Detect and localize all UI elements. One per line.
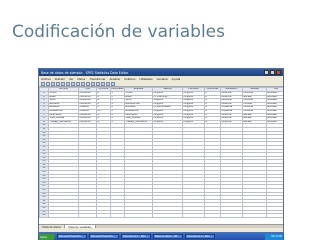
select-cases-icon[interactable]	[106, 81, 110, 86]
undo-icon[interactable]	[61, 81, 65, 86]
row-number: 35	[39, 213, 49, 218]
table-cell[interactable]	[78, 213, 97, 218]
print-icon[interactable]	[51, 81, 55, 86]
close-icon[interactable]	[276, 70, 281, 75]
empty-row[interactable]: 35	[39, 213, 283, 218]
taskbar-item[interactable]: Microsoft PowerPo...	[57, 234, 87, 239]
menu-transformar[interactable]: Transformar	[89, 77, 105, 81]
statusbar	[39, 228, 283, 232]
menu-utilidades[interactable]: Utilidades	[139, 77, 152, 81]
weight-cases-icon[interactable]	[101, 81, 105, 86]
menu-datos[interactable]: Datos	[77, 77, 85, 81]
maximize-icon[interactable]	[270, 70, 275, 75]
table-cell[interactable]	[182, 213, 205, 218]
menu-ver[interactable]: Ver	[69, 77, 74, 81]
menu-edicion[interactable]: Edición	[55, 77, 65, 81]
table-cell[interactable]	[110, 213, 125, 218]
insert-variable-icon[interactable]	[91, 81, 95, 86]
taskbar: Inicio Microsoft PowerPo... Microsoft Po…	[38, 233, 284, 240]
window-titlebar: Base de datos de ejemplo - SPSS Statisti…	[39, 69, 283, 76]
taskbar-item[interactable]: Base de datos - SP...	[153, 234, 183, 239]
insert-cases-icon[interactable]	[86, 81, 90, 86]
open-icon[interactable]	[41, 81, 45, 86]
save-icon[interactable]	[46, 81, 50, 86]
variables-table: Nombre Tipo Anchura Decimales Etiqueta Valore…	[39, 87, 283, 218]
menu-graficos[interactable]: Gráficos	[124, 77, 135, 81]
slide-title: Codificación de variables	[12, 22, 225, 42]
menu-ventana[interactable]: Ventana	[157, 77, 168, 81]
variable-grid: Nombre Tipo Anchura Decimales Etiqueta Valore…	[39, 87, 283, 224]
table-cell[interactable]	[96, 213, 111, 218]
start-button[interactable]: Inicio	[39, 233, 55, 240]
system-tray-clock: ES 12:05	[265, 233, 283, 240]
table-cell[interactable]	[124, 213, 153, 218]
table-cell[interactable]	[266, 213, 283, 218]
taskbar-item[interactable]: Documento 2 - Micr...	[185, 234, 215, 239]
table-cell[interactable]	[48, 213, 79, 218]
spss-window: Base de datos de ejemplo - SPSS Statisti…	[38, 68, 284, 233]
window-controls	[264, 70, 281, 75]
table-cell[interactable]	[220, 213, 243, 218]
menu-ayuda[interactable]: Ayuda	[172, 77, 180, 81]
recall-dialog-icon[interactable]	[56, 81, 60, 86]
menu-archivo[interactable]: Archivo	[41, 77, 51, 81]
table-cell[interactable]	[204, 213, 221, 218]
table-cell[interactable]	[242, 213, 267, 218]
minimize-icon[interactable]	[264, 70, 269, 75]
window-title: Base de datos de ejemplo - SPSS Statisti…	[41, 70, 129, 75]
menu-analizar[interactable]: Analizar	[109, 77, 120, 81]
split-file-icon[interactable]	[96, 81, 100, 86]
redo-icon[interactable]	[66, 81, 70, 86]
find-icon[interactable]	[81, 81, 85, 86]
table-cell[interactable]	[152, 213, 183, 218]
value-labels-icon[interactable]	[111, 81, 115, 86]
variables-icon[interactable]	[76, 81, 80, 86]
taskbar-item[interactable]: Microsoft PowerPo...	[89, 234, 119, 239]
taskbar-item[interactable]: Documento 1 - Micr...	[121, 234, 151, 239]
goto-case-icon[interactable]	[71, 81, 75, 86]
